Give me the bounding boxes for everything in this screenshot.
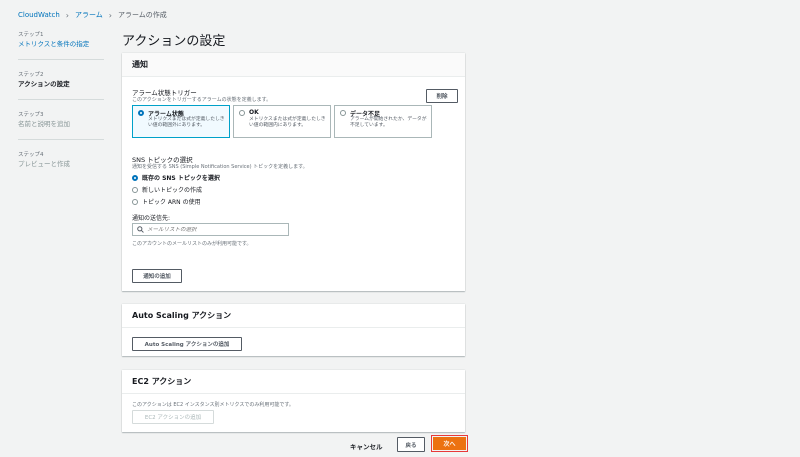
tile-desc: メトリクスまたは式が定義したしきい値の範囲内にあります。: [249, 117, 326, 128]
next-button[interactable]: 次へ: [433, 437, 466, 450]
trigger-desc: このアクションをトリガーするアラームの状態を定義します。: [132, 97, 272, 103]
step-4: ステップ4 プレビューと作成: [18, 150, 104, 169]
email-list-search[interactable]: [132, 223, 289, 236]
radio-icon: [138, 110, 144, 116]
step-number: ステップ4: [18, 152, 44, 158]
chevron-right-icon: ›: [65, 10, 69, 20]
breadcrumb: CloudWatch › アラーム › アラームの作成: [18, 10, 167, 20]
step-3: ステップ3 名前と説明を追加: [18, 110, 104, 129]
breadcrumb-alarms[interactable]: アラーム: [75, 10, 103, 20]
radio-label: トピック ARN の使用: [142, 199, 201, 206]
step-4-title: プレビューと作成: [18, 160, 70, 168]
step-number: ステップ1: [18, 32, 44, 38]
radio-label: 既存の SNS トピックを選択: [142, 175, 220, 182]
notification-panel: 通知 アラーム状態トリガー このアクションをトリガーするアラームの状態を定義しま…: [122, 53, 465, 291]
radio-new-topic[interactable]: 新しいトピックの作成: [132, 185, 202, 194]
step-2: ステップ2 アクションの設定: [18, 70, 104, 89]
step-2-title: アクションの設定: [18, 80, 70, 88]
radio-icon: [132, 198, 138, 205]
step-divider: [18, 59, 104, 60]
wizard-steps: ステップ1 メトリクスと条件の指定 ステップ2 アクションの設定 ステップ3 名…: [18, 30, 104, 179]
radio-existing-topic[interactable]: 既存の SNS トピックを選択: [132, 173, 220, 182]
cancel-button[interactable]: キャンセル: [350, 441, 383, 451]
tile-in-alarm[interactable]: アラーム状態 メトリクスまたは式が定義したしきい値の範囲外にあります。: [132, 105, 230, 138]
ec2-header: EC2 アクション: [122, 370, 465, 394]
step-3-title: 名前と説明を追加: [18, 120, 70, 128]
step-number: ステップ2: [18, 72, 44, 78]
tile-ok[interactable]: OK メトリクスまたは式が定義したしきい値の範囲内にあります。: [233, 105, 331, 138]
radio-checked-icon: [132, 174, 138, 181]
step-divider: [18, 139, 104, 140]
page-title: アクションの設定: [122, 34, 226, 49]
remove-button[interactable]: 削除: [426, 89, 458, 103]
radio-topic-arn[interactable]: トピック ARN の使用: [132, 197, 201, 206]
send-to-label: 通知の送信先:: [132, 215, 171, 222]
step-number: ステップ3: [18, 112, 44, 118]
step-1-link[interactable]: メトリクスと条件の指定: [18, 40, 104, 49]
radio-icon: [132, 186, 138, 193]
radio-icon: [239, 110, 245, 116]
send-to-desc: このアカウントのメールリストのみが利用可能です。: [132, 241, 252, 247]
sns-desc: 通知を受信する SNS (Simple Notification Service…: [132, 164, 308, 170]
ec2-desc: このアクションは EC2 インスタンス別メトリクスでのみ利用可能です。: [132, 402, 294, 408]
autoscaling-header: Auto Scaling アクション: [122, 304, 465, 328]
step-divider: [18, 99, 104, 100]
step-1: ステップ1 メトリクスと条件の指定: [18, 30, 104, 49]
breadcrumb-create-alarm: アラームの作成: [118, 11, 167, 19]
add-ec2-button[interactable]: EC2 アクションの追加: [132, 410, 214, 424]
ec2-panel: EC2 アクション このアクションは EC2 インスタンス別メトリクスでのみ利用…: [122, 370, 465, 432]
tile-title: OK: [249, 109, 259, 116]
tile-desc: アラームが開始されたか、データが不足しています。: [350, 117, 427, 128]
next-button-highlight: 次へ: [431, 435, 468, 452]
autoscaling-panel: Auto Scaling アクション Auto Scaling アクションの追加: [122, 304, 465, 356]
radio-icon: [340, 110, 346, 116]
search-icon: [137, 226, 144, 233]
add-autoscaling-button[interactable]: Auto Scaling アクションの追加: [132, 337, 242, 351]
email-list-input[interactable]: [147, 226, 277, 233]
chevron-right-icon: ›: [108, 10, 112, 20]
add-notification-button[interactable]: 通知の追加: [132, 269, 182, 283]
tile-insufficient-data[interactable]: データ不足 アラームが開始されたか、データが不足しています。: [334, 105, 432, 138]
notification-header: 通知: [122, 53, 465, 77]
back-button[interactable]: 戻る: [397, 437, 425, 452]
tile-desc: メトリクスまたは式が定義したしきい値の範囲外にあります。: [148, 117, 225, 128]
radio-label: 新しいトピックの作成: [142, 187, 203, 194]
breadcrumb-cloudwatch[interactable]: CloudWatch: [18, 11, 60, 19]
